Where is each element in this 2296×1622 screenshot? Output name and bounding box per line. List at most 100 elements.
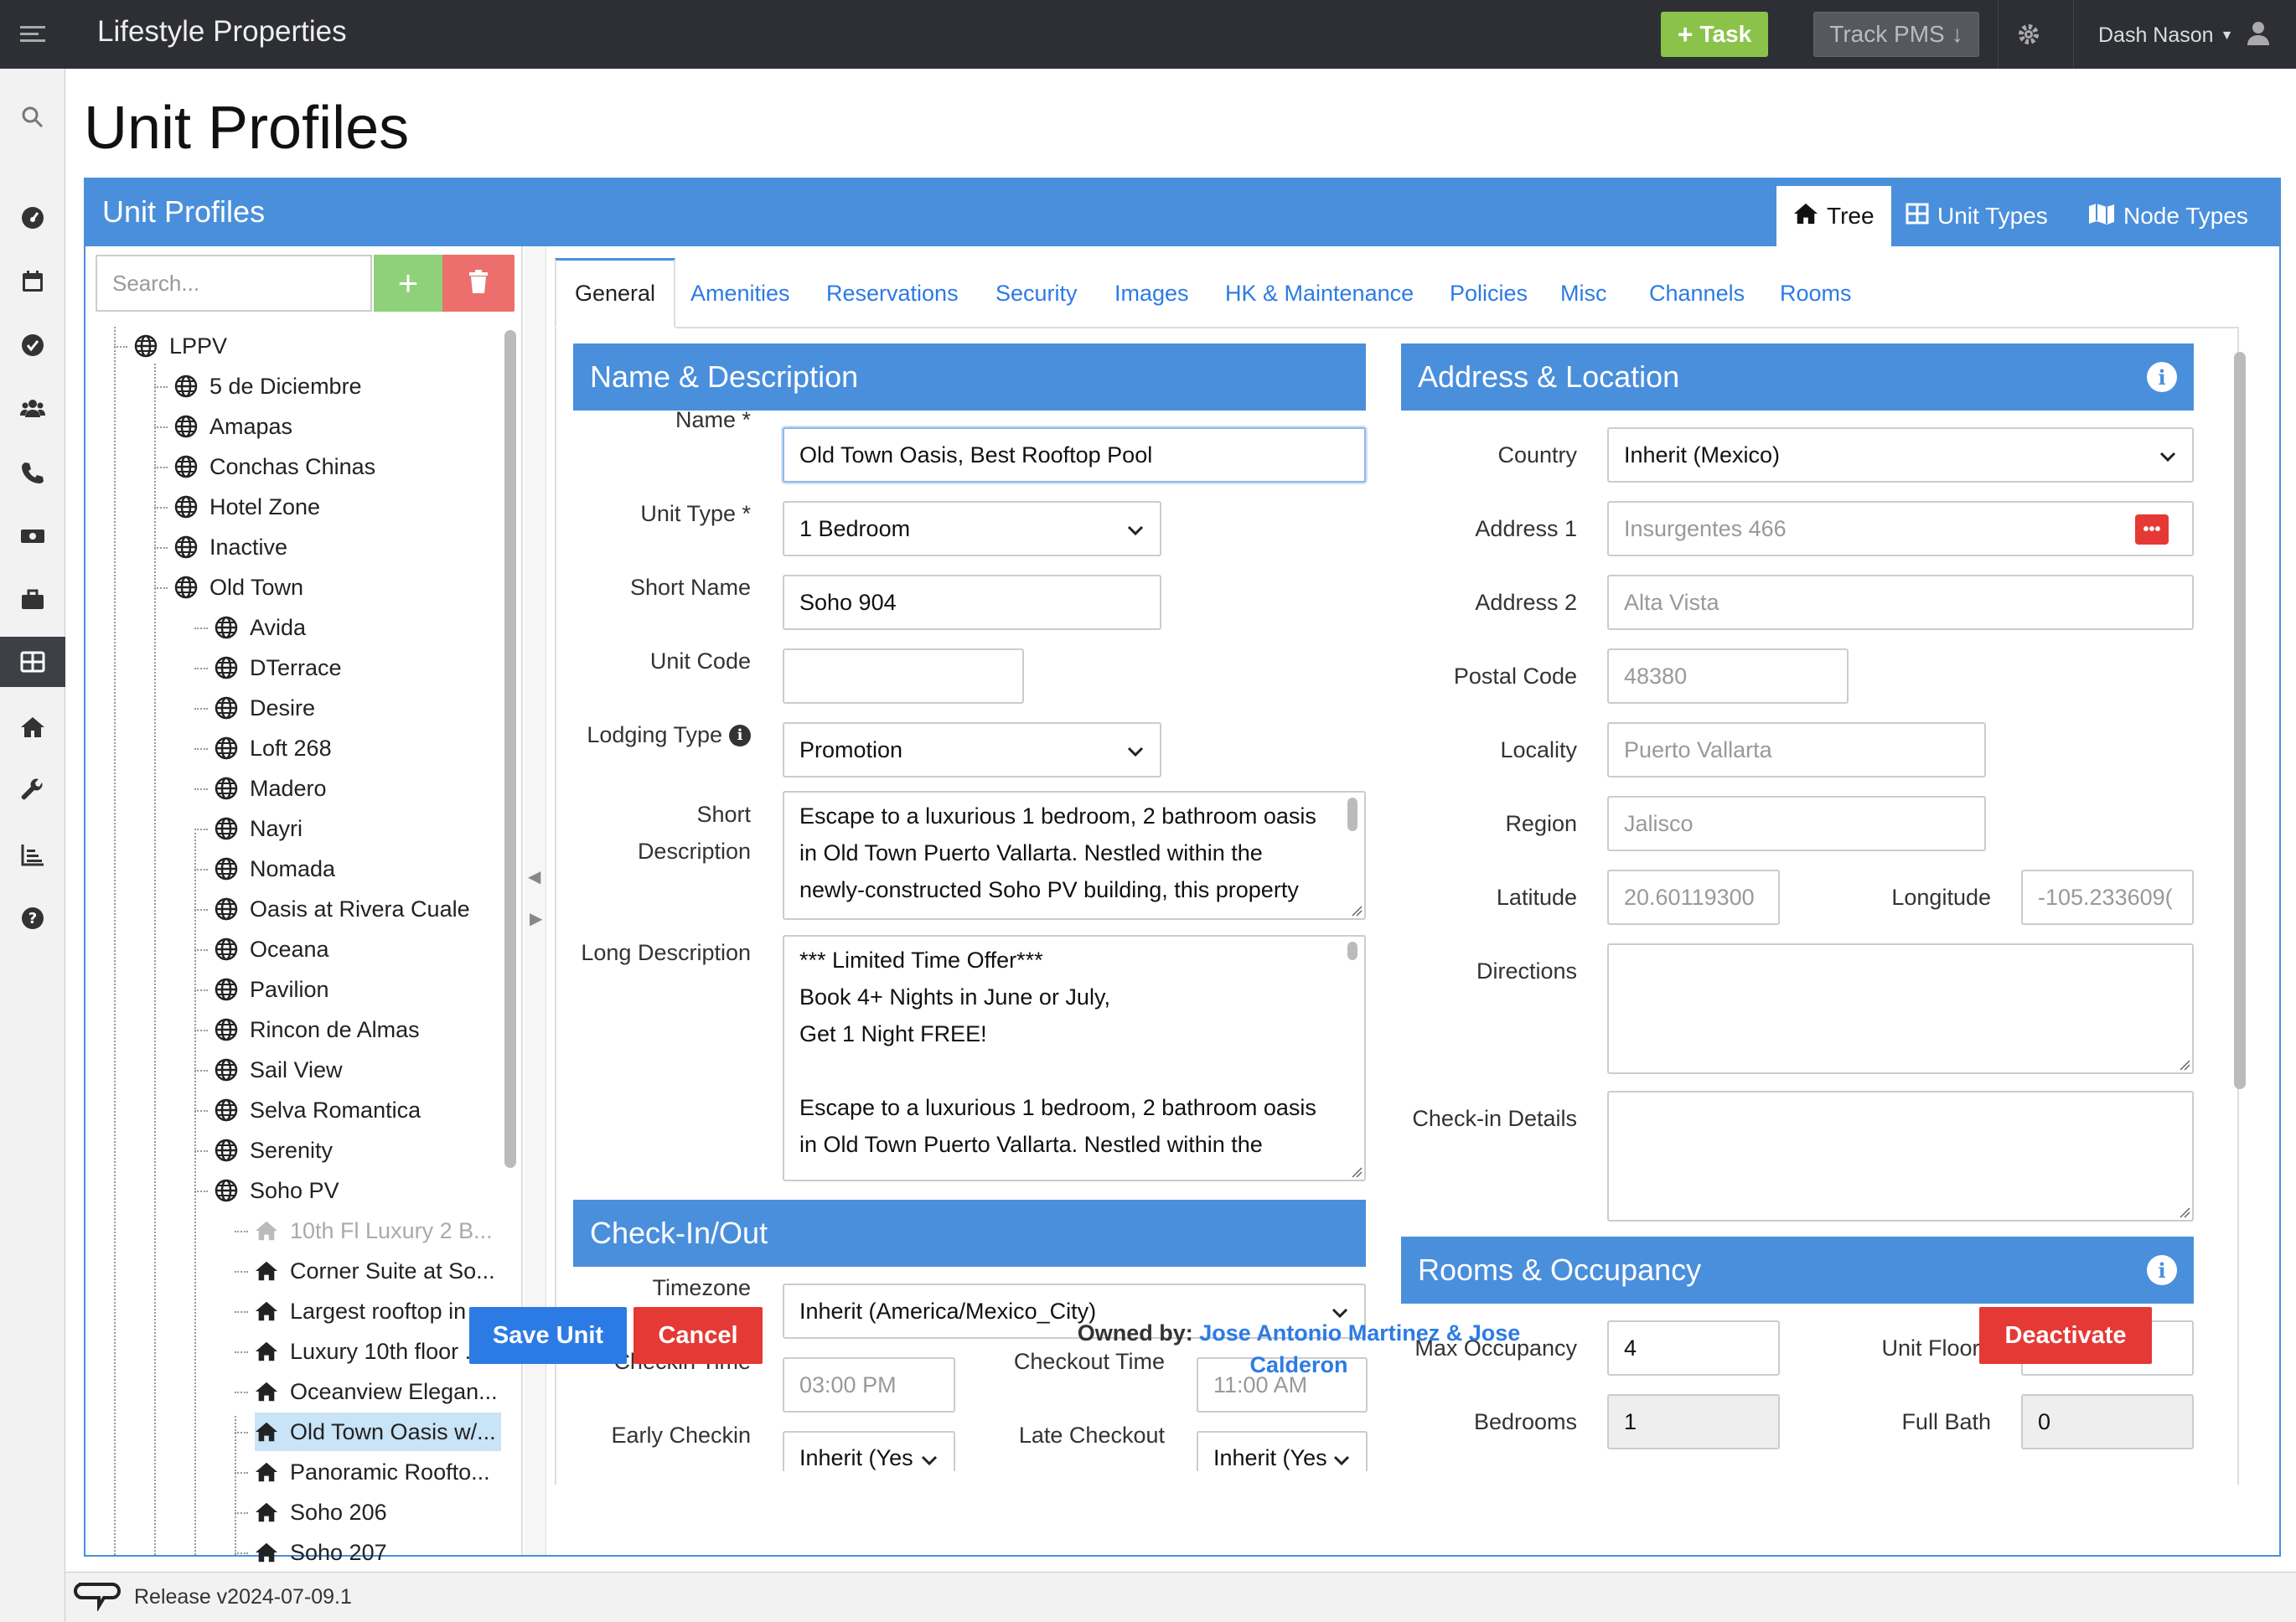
hamburger-menu-icon[interactable]	[0, 0, 65, 69]
wrench-icon[interactable]	[0, 767, 65, 814]
calendar-icon[interactable]	[0, 258, 65, 305]
tree-node[interactable]: DTerrace	[215, 648, 342, 687]
tree-node[interactable]: Oceanview Elegan...	[255, 1372, 498, 1411]
track-pms-button[interactable]: Track PMS ↓	[1813, 12, 1979, 57]
postal-code-field[interactable]: 48380	[1607, 648, 1849, 704]
delete-node-button[interactable]	[442, 255, 515, 312]
tree-node[interactable]: Rincon de Almas	[215, 1010, 420, 1049]
tree-node[interactable]: Corner Suite at So...	[255, 1252, 495, 1290]
info-icon[interactable]: i	[2147, 1255, 2177, 1285]
check-circle-icon[interactable]	[0, 322, 65, 369]
tree-node[interactable]: Old Town	[174, 568, 303, 607]
textarea-scrollbar[interactable]	[1347, 798, 1357, 831]
tree-node[interactable]: Soho PV	[215, 1171, 339, 1210]
gear-icon[interactable]	[2016, 22, 2041, 47]
add-node-button[interactable]: +	[374, 255, 442, 312]
info-icon[interactable]: i	[2147, 362, 2177, 392]
expand-right-icon[interactable]: ▶	[530, 908, 542, 929]
tree-node[interactable]: Nayri	[215, 809, 303, 848]
tree-node[interactable]: Sail View	[215, 1051, 343, 1089]
resize-handle-icon[interactable]	[2177, 1057, 2190, 1071]
tree-node[interactable]: Serenity	[215, 1131, 333, 1170]
help-icon[interactable]: ?	[0, 895, 65, 942]
tree-node[interactable]: Amapas	[174, 407, 292, 446]
tree-node[interactable]: Soho 206	[255, 1493, 387, 1532]
dashboard-icon[interactable]	[0, 194, 65, 241]
user-menu[interactable]: Dash Nason ▼	[2098, 20, 2270, 51]
tree-node[interactable]: Pavilion	[215, 970, 329, 1009]
max-occupancy-field[interactable]: 4	[1607, 1320, 1780, 1376]
tab-misc[interactable]: Misc	[1560, 258, 1607, 328]
tab-unit-types[interactable]: Unit Types	[1889, 186, 2065, 246]
tree-node[interactable]: Panoramic Roofto...	[255, 1453, 490, 1491]
unit-type-select[interactable]: 1 Bedroom	[783, 501, 1161, 556]
tree-node[interactable]: Inactive	[174, 528, 287, 566]
directions-field[interactable]	[1607, 943, 2194, 1074]
region-field[interactable]: Jalisco	[1607, 796, 1986, 851]
long-description-field[interactable]: *** Limited Time Offer*** Book 4+ Nights…	[783, 935, 1366, 1181]
tab-rooms[interactable]: Rooms	[1780, 258, 1852, 328]
tab-channels[interactable]: Channels	[1649, 258, 1745, 328]
resize-handle-icon[interactable]	[2177, 1205, 2190, 1218]
save-unit-button[interactable]: Save Unit	[469, 1307, 627, 1364]
tree-node[interactable]: Conchas Chinas	[174, 447, 375, 486]
tab-amenities[interactable]: Amenities	[690, 258, 790, 328]
home-icon[interactable]	[0, 704, 65, 751]
tree-node[interactable]: Madero	[215, 769, 327, 808]
short-description-field[interactable]: Escape to a luxurious 1 bedroom, 2 bathr…	[783, 791, 1366, 920]
unit-grid-icon[interactable]	[0, 637, 65, 687]
locality-field[interactable]: Puerto Vallarta	[1607, 722, 1986, 777]
tree-node[interactable]: Hotel Zone	[174, 488, 320, 526]
tab-tree[interactable]: Tree	[1776, 186, 1891, 246]
owners-link-cont[interactable]: Calderon	[1249, 1352, 1347, 1377]
add-task-button[interactable]: + Task	[1661, 12, 1768, 57]
tree-node[interactable]: Largest rooftop in ...	[255, 1292, 491, 1330]
name-field[interactable]: Old Town Oasis, Best Rooftop Pool	[783, 427, 1366, 483]
chart-icon[interactable]	[0, 831, 65, 878]
tab-security[interactable]: Security	[995, 258, 1078, 328]
resize-handle-icon[interactable]	[1349, 903, 1363, 917]
address1-field[interactable]: Insurgentes 466 •••	[1607, 501, 2194, 556]
tab-policies[interactable]: Policies	[1450, 258, 1528, 328]
tree-node[interactable]: LPPV	[134, 327, 227, 365]
tree-node[interactable]: Luxury 10th floor ...	[255, 1332, 484, 1371]
tree-node[interactable]: Loft 268	[215, 729, 332, 767]
tree-node[interactable]: Soho 207	[255, 1533, 387, 1572]
search-icon[interactable]	[0, 94, 65, 141]
tree-node[interactable]: Old Town Oasis w/...	[255, 1413, 501, 1451]
tree-node[interactable]: Oceana	[215, 930, 329, 969]
form-scrollbar[interactable]	[2234, 352, 2246, 1089]
checkin-details-field[interactable]	[1607, 1091, 2194, 1222]
resize-handle-icon[interactable]	[1349, 1165, 1363, 1178]
address2-field[interactable]: Alta Vista	[1607, 575, 2194, 630]
owners-link[interactable]: Jose Antonio Martinez & Jose	[1199, 1320, 1520, 1346]
country-select[interactable]: Inherit (Mexico)	[1607, 427, 2194, 483]
tree-node[interactable]: 10th Fl Luxury 2 B...	[255, 1211, 493, 1250]
latitude-field[interactable]: 20.60119300	[1607, 870, 1780, 925]
checkin-time-field[interactable]: 03:00 PM	[783, 1357, 955, 1413]
tab-images[interactable]: Images	[1114, 258, 1189, 328]
tree-node[interactable]: Selva Romantica	[215, 1091, 421, 1129]
info-icon[interactable]: i	[729, 724, 751, 746]
short-name-field[interactable]: Soho 904	[783, 575, 1161, 630]
tree-node[interactable]: Nomada	[215, 850, 335, 888]
tree-scrollbar[interactable]	[504, 330, 516, 1168]
collapse-left-icon[interactable]: ◀	[528, 866, 540, 887]
textarea-scrollbar[interactable]	[1347, 942, 1357, 960]
tab-general[interactable]: General	[555, 258, 676, 328]
tree-node[interactable]: Avida	[215, 608, 306, 647]
money-icon[interactable]	[0, 513, 65, 560]
search-input[interactable]: Search...	[96, 255, 372, 312]
unit-code-field[interactable]	[783, 648, 1024, 704]
briefcase-icon[interactable]	[0, 576, 65, 623]
deactivate-button[interactable]: Deactivate	[1979, 1307, 2152, 1364]
tab-reservations[interactable]: Reservations	[826, 258, 959, 328]
users-icon[interactable]	[0, 385, 65, 432]
longitude-field[interactable]: -105.233609(	[2021, 870, 2194, 925]
tree-node[interactable]: 5 de Diciembre	[174, 367, 362, 406]
password-manager-icon[interactable]: •••	[2135, 514, 2169, 545]
cancel-button[interactable]: Cancel	[633, 1307, 763, 1364]
tab-node-types[interactable]: Node Types	[2071, 186, 2265, 246]
tab-hk-maintenance[interactable]: HK & Maintenance	[1225, 258, 1414, 328]
tree-node[interactable]: Oasis at Rivera Cuale	[215, 890, 470, 928]
